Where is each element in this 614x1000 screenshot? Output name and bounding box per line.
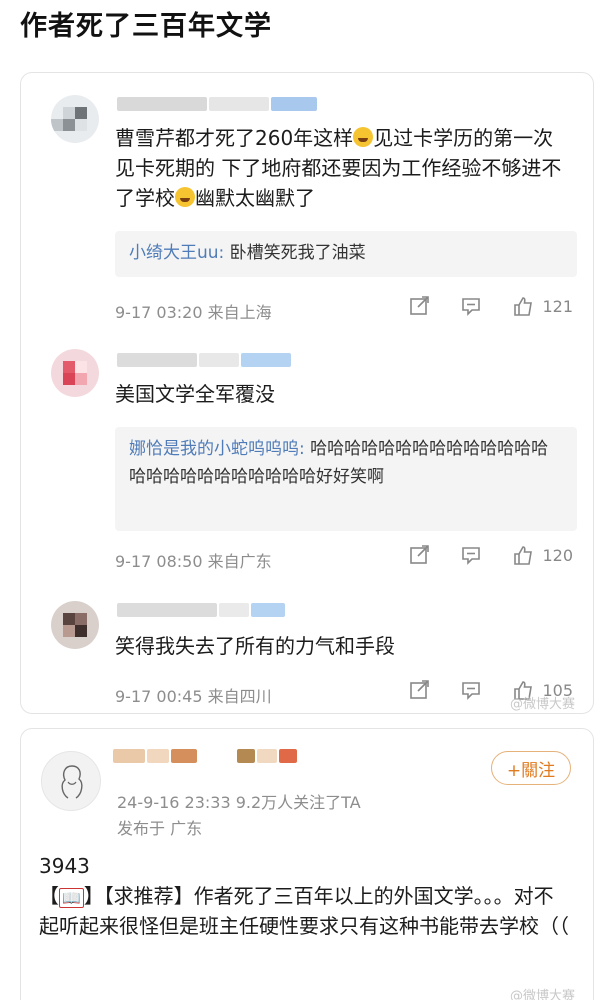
post-date: 24-9-16 23:33 9.2万人关注了TA — [117, 793, 361, 812]
comment-text: 曹雪芹都才死了260年这样 见过卡学历的第一次见卡死期的 下了地府都还要因为工作经… — [115, 126, 562, 210]
watermark: @微博大赛 — [509, 989, 575, 1000]
comment-item: 笑得我失去了所有的力气和手段 9-17 00:45 来自四川 105 @微博大赛 — [21, 593, 593, 713]
share-icon[interactable] — [408, 679, 430, 701]
post-location: 发布于 广东 — [117, 819, 203, 838]
avatar[interactable] — [51, 349, 99, 397]
share-icon[interactable] — [408, 544, 430, 566]
like-button[interactable]: 120 — [512, 544, 573, 566]
post-number: 3943 — [39, 854, 90, 878]
comment-meta: 9-17 03:20 来自上海 — [115, 303, 272, 322]
like-count: 120 — [542, 545, 573, 565]
username-blurred[interactable] — [117, 353, 291, 371]
thumbs-up-icon — [514, 546, 533, 565]
post-card: +關注 24-9-16 23:33 9.2万人关注了TA 发布于 广东 3943… — [20, 728, 594, 1000]
laugh-cry-emoji-icon — [175, 187, 195, 207]
reply-box[interactable]: 小绮大王uu: 卧槽笑死我了油菜 — [115, 231, 577, 277]
avatar[interactable] — [51, 601, 99, 649]
thumbs-up-icon — [514, 297, 533, 316]
comments-card: 曹雪芹都才死了260年这样 见过卡学历的第一次见卡死期的 下了地府都还要因为工作经… — [20, 72, 594, 714]
post-body: 【📖 】【求推荐】作者死了三百年以上的外国文学。。。对不起听起来很怪但是班主任硬性… — [39, 884, 569, 938]
comment-meta: 9-17 00:45 来自四川 — [115, 687, 272, 706]
username-blurred[interactable] — [117, 603, 285, 621]
follow-button[interactable]: +關注 — [491, 751, 571, 785]
watermark: @微博大赛 — [509, 697, 575, 712]
book-icon: 📖 — [59, 888, 84, 908]
comment-meta: 9-17 08:50 来自广东 — [115, 552, 272, 571]
comment-actions: 120 — [408, 544, 573, 566]
reply-text: 卧槽笑死我了油菜 — [224, 243, 366, 263]
reply-author[interactable]: 小绮大王uu: — [129, 243, 224, 263]
comment-item: 曹雪芹都才死了260年这样 见过卡学历的第一次见卡死期的 下了地府都还要因为工作经… — [21, 73, 593, 323]
comment-icon[interactable] — [460, 544, 482, 566]
comment-text: 笑得我失去了所有的力气和手段 — [115, 634, 395, 658]
username-blurred[interactable] — [117, 97, 317, 115]
comment-text: 美国文学全军覆没 — [115, 382, 275, 406]
like-count: 121 — [542, 296, 573, 316]
sketch-figure-icon — [61, 765, 83, 799]
like-button[interactable]: 121 — [512, 295, 573, 317]
post-text: 【求推荐】作者死了三百年以上的外国文学。。。对不起听起来很怪但是班主任硬性要求只… — [39, 884, 569, 938]
avatar[interactable] — [41, 751, 101, 811]
avatar[interactable] — [51, 95, 99, 143]
share-icon[interactable] — [408, 295, 430, 317]
reply-author[interactable]: 娜恰是我的小蛇呜呜呜: — [129, 439, 305, 459]
comment-icon[interactable] — [460, 295, 482, 317]
username-blurred[interactable] — [113, 749, 297, 767]
comment-icon[interactable] — [460, 679, 482, 701]
page-title: 作者死了三百年文学 — [20, 11, 272, 42]
comment-actions: 121 — [408, 295, 573, 317]
laugh-cry-emoji-icon — [353, 127, 374, 147]
reply-box[interactable]: 娜恰是我的小蛇呜呜呜: 哈哈哈哈哈哈哈哈哈哈哈哈哈哈哈哈哈哈哈哈哈哈哈哈哈好好笑… — [115, 427, 577, 531]
comment-item: 美国文学全军覆没 娜恰是我的小蛇呜呜呜: 哈哈哈哈哈哈哈哈哈哈哈哈哈哈哈哈哈哈哈… — [21, 343, 593, 571]
